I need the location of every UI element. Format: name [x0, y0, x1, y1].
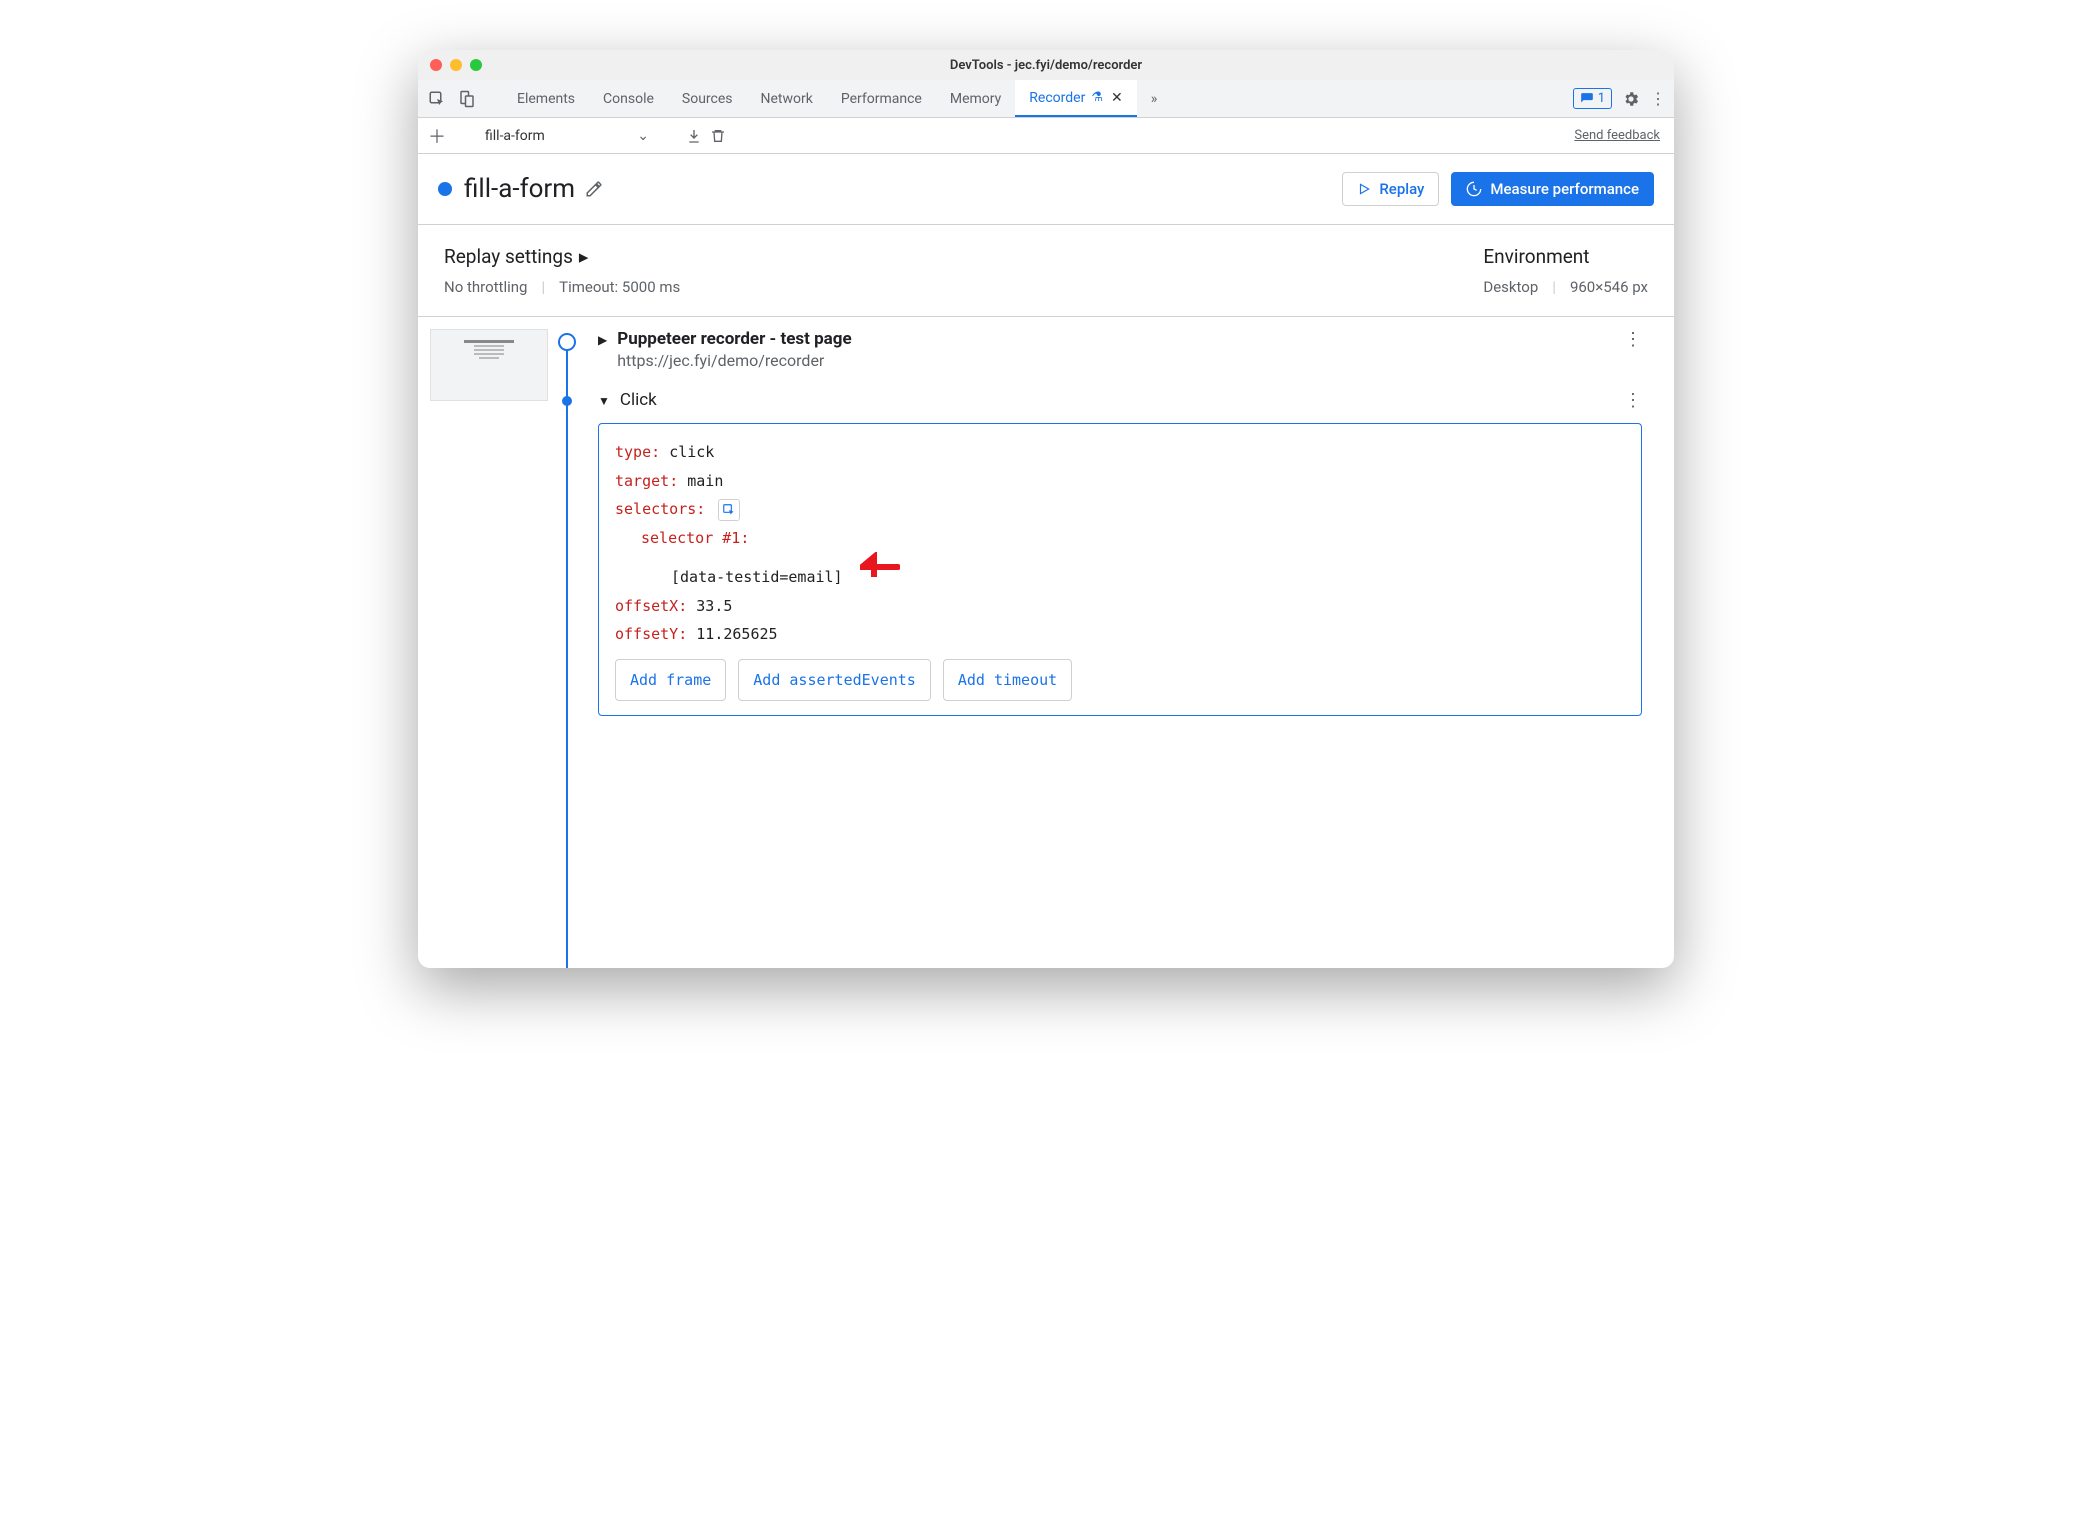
settings-gear-icon[interactable] [1622, 90, 1640, 108]
throttle-value: No throttling [444, 278, 527, 296]
environment-heading: Environment [1483, 245, 1648, 268]
devtools-window: DevTools - jec.fyi/demo/recorder Element… [418, 50, 1674, 968]
recording-header: fill-a-form Replay Measure performance [418, 154, 1674, 225]
step-navigate: ▶ Puppeteer recorder - test page https:/… [548, 329, 1662, 390]
recorder-toolbar: ＋ fill-a-form ⌄ Send feedback [418, 118, 1674, 154]
add-asserted-events-button[interactable]: Add assertedEvents [738, 659, 931, 702]
tab-network[interactable]: Network [747, 80, 827, 117]
tab-sources[interactable]: Sources [668, 80, 747, 117]
prop-label: type [615, 443, 651, 461]
prop-label: selectors [615, 500, 696, 518]
recording-status-dot [438, 182, 452, 196]
prop-value[interactable]: 11.265625 [696, 625, 777, 643]
issues-badge[interactable]: 1 [1573, 88, 1612, 109]
step-marker [558, 333, 576, 351]
step-title[interactable]: Click [620, 390, 657, 410]
prop-value[interactable]: main [687, 472, 723, 490]
prop-label: target [615, 472, 669, 490]
step-title[interactable]: Puppeteer recorder - test page [617, 329, 851, 349]
export-icon[interactable] [686, 128, 702, 144]
titlebar: DevTools - jec.fyi/demo/recorder [418, 50, 1674, 80]
step-kebab-icon[interactable]: ⋮ [1624, 390, 1642, 411]
delete-icon[interactable] [710, 128, 726, 144]
prop-value[interactable]: 33.5 [696, 597, 732, 615]
prop-label: selector #1 [641, 529, 740, 547]
annotation-arrow-icon [860, 552, 900, 582]
caret-right-icon: ▸ [579, 245, 589, 268]
step-details-panel: type: click target: main selectors: sele… [598, 423, 1642, 716]
prop-label: offsetY [615, 625, 678, 643]
steps-timeline: ▶ Puppeteer recorder - test page https:/… [548, 317, 1662, 968]
step-kebab-icon[interactable]: ⋮ [1624, 329, 1642, 350]
timeout-value: Timeout: 5000 ms [559, 278, 680, 296]
recording-selector[interactable]: fill-a-form ⌄ [477, 123, 657, 149]
tab-elements[interactable]: Elements [503, 80, 589, 117]
step-marker [562, 396, 572, 406]
more-tabs-button[interactable]: » [1137, 80, 1172, 117]
caret-down-icon[interactable]: ▼ [598, 394, 610, 408]
caret-right-icon[interactable]: ▶ [598, 333, 607, 347]
settings-row: Replay settings ▸ No throttling | Timeou… [418, 225, 1674, 317]
tab-performance[interactable]: Performance [827, 80, 936, 117]
measure-performance-button[interactable]: Measure performance [1451, 172, 1654, 206]
viewport-value: 960×546 px [1570, 278, 1648, 296]
thumbnail-column [418, 317, 548, 968]
tab-memory[interactable]: Memory [936, 80, 1015, 117]
tab-console[interactable]: Console [589, 80, 668, 117]
edit-name-icon[interactable] [585, 180, 603, 198]
add-frame-button[interactable]: Add frame [615, 659, 726, 702]
new-recording-button[interactable]: ＋ [426, 125, 448, 147]
page-thumbnail[interactable] [430, 329, 548, 401]
close-tab-icon[interactable]: ✕ [1111, 90, 1123, 106]
scrollbar[interactable] [1662, 317, 1674, 968]
step-click: ▼ Click ⋮ type: click target: main selec… [548, 390, 1662, 736]
device-value: Desktop [1483, 278, 1538, 296]
replay-button[interactable]: Replay [1342, 172, 1439, 206]
steps-content: ▶ Puppeteer recorder - test page https:/… [418, 317, 1674, 968]
recording-name: fill-a-form [464, 174, 575, 204]
experimental-icon: ⚗ [1091, 90, 1103, 105]
window-title: DevTools - jec.fyi/demo/recorder [418, 58, 1674, 73]
chevron-down-icon: ⌄ [637, 128, 649, 144]
prop-value[interactable]: click [669, 443, 714, 461]
step-url: https://jec.fyi/demo/recorder [617, 351, 851, 370]
send-feedback-link[interactable]: Send feedback [1574, 128, 1660, 143]
kebab-menu-icon[interactable]: ⋮ [1650, 89, 1666, 108]
inspect-element-icon[interactable] [424, 86, 450, 112]
select-element-icon[interactable] [718, 499, 740, 521]
replay-settings-heading[interactable]: Replay settings ▸ [444, 245, 680, 268]
devtools-tabbar: Elements Console Sources Network Perform… [418, 80, 1674, 118]
prop-label: offsetX [615, 597, 678, 615]
device-toolbar-icon[interactable] [454, 86, 480, 112]
selector-value[interactable]: [data-testid=email] [671, 568, 843, 586]
add-timeout-button[interactable]: Add timeout [943, 659, 1072, 702]
tab-recorder[interactable]: Recorder ⚗ ✕ [1015, 80, 1136, 117]
